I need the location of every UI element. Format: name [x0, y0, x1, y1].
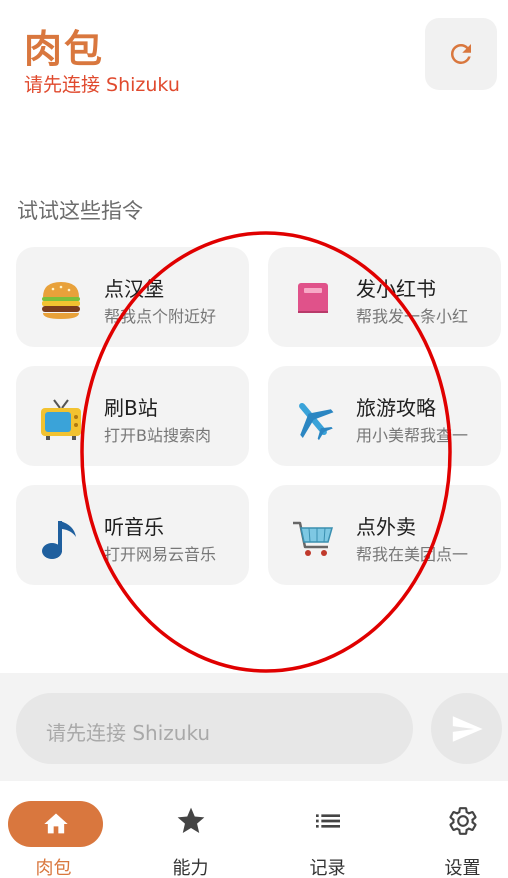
- card-title: 点汉堡: [104, 277, 164, 301]
- active-indicator: [8, 801, 103, 847]
- suggestion-card-bilibili[interactable]: 刷B站 打开B站搜索肉: [16, 366, 249, 466]
- bottom-navigation: 肉包 能力 记录 设置: [0, 781, 508, 878]
- card-title: 发小红书: [356, 277, 436, 301]
- input-placeholder: 请先连接 Shizuku: [46, 721, 211, 745]
- nav-item-abilities[interactable]: 能力: [127, 781, 254, 878]
- tv-icon: [41, 399, 81, 440]
- card-title: 点外卖: [356, 515, 416, 539]
- nav-item-settings[interactable]: 设置: [399, 781, 508, 878]
- connection-status: 请先连接 Shizuku: [24, 74, 180, 96]
- card-description: 打开网易云音乐: [104, 545, 217, 564]
- nav-item-home[interactable]: 肉包: [0, 781, 127, 878]
- suggestion-card-hamburger[interactable]: 点汉堡 帮我点个附近好: [16, 247, 249, 347]
- send-button[interactable]: [431, 693, 502, 764]
- nav-label: 能力: [172, 858, 209, 878]
- refresh-icon: [450, 43, 471, 64]
- suggestion-card-takeout[interactable]: 点外卖 帮我在美团点一: [268, 485, 501, 585]
- airplane-icon: [299, 402, 334, 441]
- card-description: 帮我发一条小红: [356, 307, 469, 326]
- nav-item-records[interactable]: 记录: [264, 781, 391, 878]
- send-icon: [452, 715, 483, 742]
- suggestions-heading: 试试这些指令: [17, 199, 143, 223]
- hamburger-icon: [42, 282, 80, 319]
- book-icon: [298, 283, 328, 318]
- app-title: 肉包: [24, 27, 105, 71]
- card-description: 用小美帮我查一: [356, 426, 469, 445]
- nav-label: 设置: [444, 858, 481, 878]
- list-icon: [315, 814, 340, 828]
- card-title: 刷B站: [104, 396, 158, 420]
- card-title: 听音乐: [104, 515, 164, 539]
- card-description: 帮我点个附近好: [104, 307, 217, 326]
- nav-label: 记录: [309, 858, 346, 878]
- refresh-button[interactable]: [425, 18, 497, 90]
- command-input[interactable]: 请先连接 Shizuku: [16, 693, 413, 764]
- shopping-cart-icon: [293, 521, 333, 556]
- suggestion-card-music[interactable]: 听音乐 打开网易云音乐: [16, 485, 249, 585]
- music-note-icon: [42, 521, 76, 559]
- star-icon: [177, 807, 204, 833]
- card-title: 旅游攻略: [356, 396, 436, 420]
- nav-label: 肉包: [35, 858, 72, 878]
- suggestion-card-xiaohongshu[interactable]: 发小红书 帮我发一条小红: [268, 247, 501, 347]
- home-icon: [43, 813, 68, 834]
- card-description: 帮我在美团点一: [356, 545, 469, 564]
- suggestion-card-travel[interactable]: 旅游攻略 用小美帮我查一: [268, 366, 501, 466]
- card-description: 打开B站搜索肉: [104, 426, 211, 445]
- gear-icon: [448, 807, 477, 835]
